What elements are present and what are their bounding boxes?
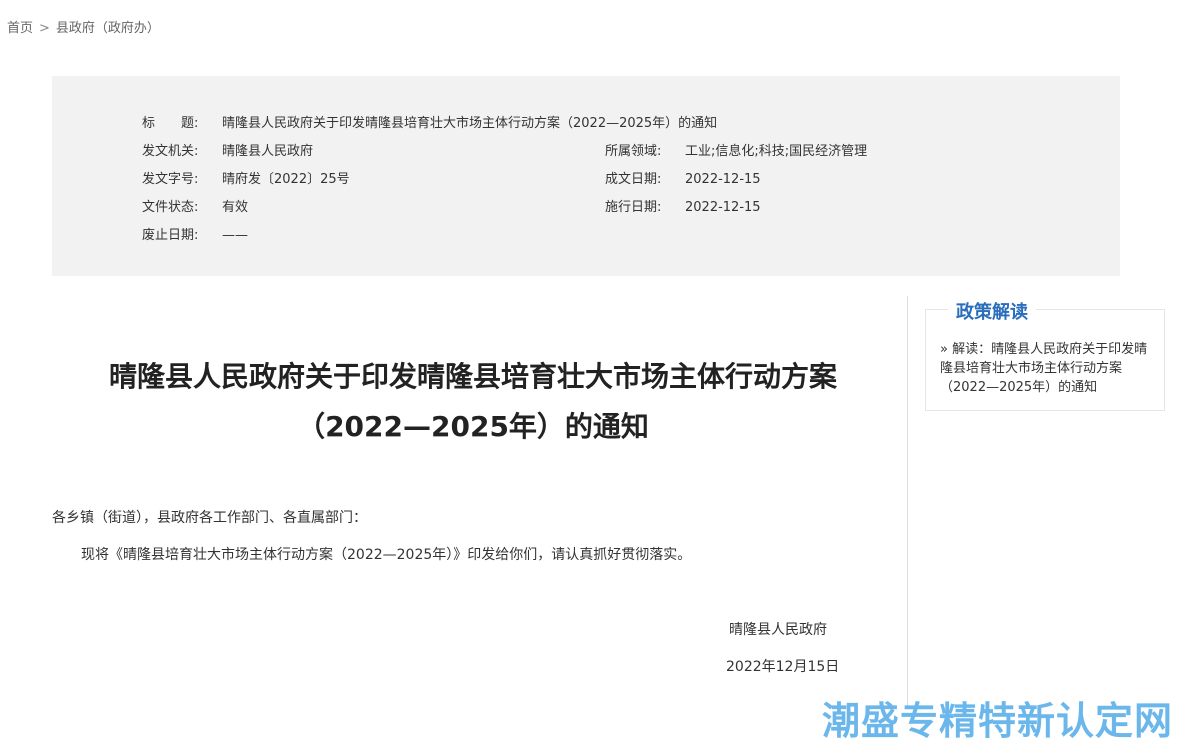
meta-docno-row: 发文字号: 晴府发〔2022〕25号 xyxy=(142,168,350,187)
meta-written-label: 成文日期: xyxy=(605,172,662,187)
meta-issuer-row: 发文机关: 晴隆县人民政府 xyxy=(142,140,313,159)
document-signature: 晴隆县人民政府 xyxy=(729,622,827,638)
document-date: 2022年12月15日 xyxy=(726,659,840,675)
watermark: 潮盛专精特新认定网 xyxy=(822,699,1174,743)
meta-title-row: 标 题: 晴隆县人民政府关于印发晴隆县培育壮大市场主体行动方案（2022—2025… xyxy=(142,112,717,131)
document-meta-box: 标 题: 晴隆县人民政府关于印发晴隆县培育壮大市场主体行动方案（2022—2025… xyxy=(52,76,1120,276)
document-salutation: 各乡镇（街道），县政府各工作部门、各直属部门： xyxy=(52,510,367,526)
meta-docno-value: 晴府发〔2022〕25号 xyxy=(222,172,350,187)
policy-interpretation-panel: 政策解读 » 解读：晴隆县人民政府关于印发晴隆县培育壮大市场主体行动方案（202… xyxy=(925,298,1165,411)
meta-abolish-value: —— xyxy=(222,228,248,243)
meta-written-value: 2022-12-15 xyxy=(685,172,761,187)
meta-issuer-label: 发文机关: xyxy=(142,144,199,159)
meta-field-row: 所属领域: 工业;信息化;科技;国民经济管理 xyxy=(605,140,867,159)
meta-field-value: 工业;信息化;科技;国民经济管理 xyxy=(685,144,868,159)
meta-status-label: 文件状态: xyxy=(142,200,199,215)
meta-abolish-label: 废止日期: xyxy=(142,228,199,243)
meta-title-label: 标 题: xyxy=(142,116,199,131)
breadcrumb: 首页 > 县政府（政府办） xyxy=(7,17,160,36)
document-title-line-1: 晴隆县人民政府关于印发晴隆县培育壮大市场主体行动方案 xyxy=(108,360,837,393)
policy-interpretation-link[interactable]: » 解读：晴隆县人民政府关于印发晴隆县培育壮大市场主体行动方案（2022—202… xyxy=(940,340,1154,397)
meta-title-value: 晴隆县人民政府关于印发晴隆县培育壮大市场主体行动方案（2022—2025年）的通… xyxy=(222,116,718,131)
document-title: 晴隆县人民政府关于印发晴隆县培育壮大市场主体行动方案 （2022—2025年）的… xyxy=(52,352,894,452)
meta-docno-label: 发文字号: xyxy=(142,172,199,187)
breadcrumb-current-link[interactable]: 县政府（政府办） xyxy=(56,21,160,36)
policy-interpretation-title: 政策解读 xyxy=(948,298,1036,324)
meta-effective-value: 2022-12-15 xyxy=(685,200,761,215)
meta-effective-label: 施行日期: xyxy=(605,200,662,215)
meta-effective-row: 施行日期: 2022-12-15 xyxy=(605,196,761,215)
meta-field-label: 所属领域: xyxy=(605,144,662,159)
meta-written-row: 成文日期: 2022-12-15 xyxy=(605,168,761,187)
content-divider xyxy=(907,296,908,706)
meta-status-value: 有效 xyxy=(222,200,249,215)
breadcrumb-home-link[interactable]: 首页 xyxy=(7,21,33,36)
meta-abolish-row: 废止日期: —— xyxy=(142,224,248,243)
document-title-line-2: （2022—2025年）的通知 xyxy=(297,410,649,443)
breadcrumb-separator: > xyxy=(39,21,50,36)
document-body-paragraph: 现将《晴隆县培育壮大市场主体行动方案（2022—2025年）》印发给你们，请认真… xyxy=(81,547,692,563)
meta-issuer-value: 晴隆县人民政府 xyxy=(222,144,314,159)
meta-status-row: 文件状态: 有效 xyxy=(142,196,248,215)
